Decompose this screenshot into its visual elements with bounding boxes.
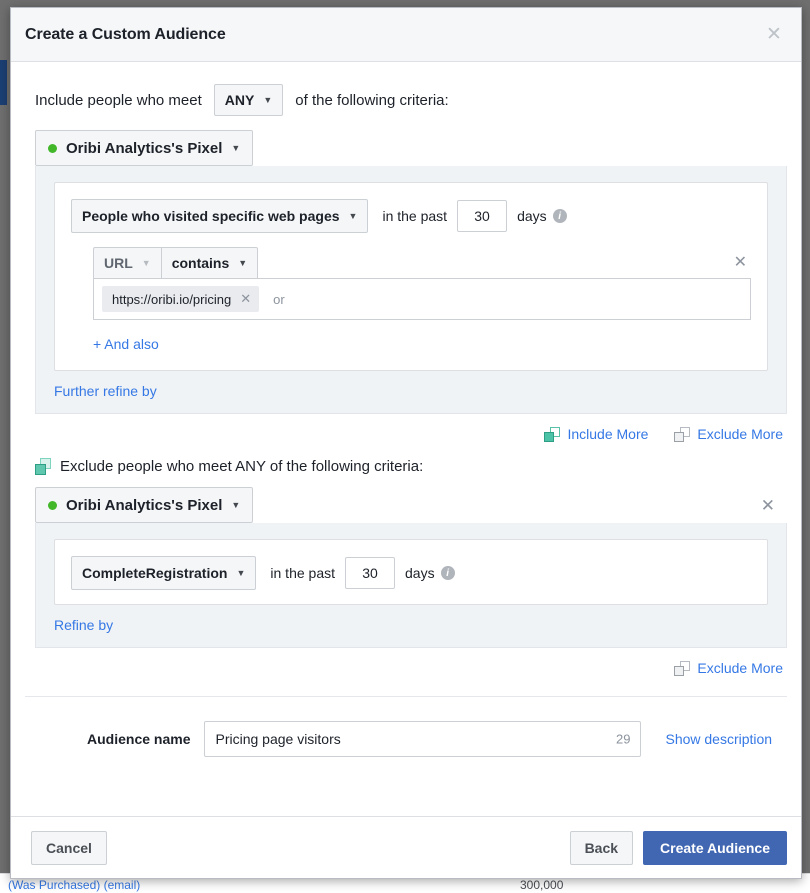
chevron-down-icon: ▼: [141, 258, 151, 268]
remove-filter-icon[interactable]: ✕: [734, 255, 751, 271]
show-description-link[interactable]: Show description: [665, 731, 772, 747]
exclude-header-text: Exclude people who meet ANY of the follo…: [60, 458, 424, 475]
exclude-event-select[interactable]: CompleteRegistration ▼: [71, 556, 257, 590]
background-nav-accent: [0, 60, 7, 105]
include-match-type-value: ANY: [224, 92, 255, 108]
background-page-strip: [0, 0, 10, 893]
audience-name-char-count: 29: [616, 731, 631, 747]
include-pixel-select[interactable]: Oribi Analytics's Pixel ▼: [35, 130, 254, 166]
further-refine-link[interactable]: Further refine by: [54, 371, 768, 413]
chevron-down-icon: ▼: [348, 211, 358, 221]
background-cell-link: (Was Purchased) (email): [8, 878, 141, 892]
remove-exclude-group-icon[interactable]: ✕: [761, 497, 775, 514]
audience-name-section: Audience name 29 Show description: [25, 697, 787, 779]
include-filter-header: URL ▼ contains ▼ ✕: [93, 247, 751, 279]
exclude-days-label: days: [405, 565, 435, 581]
chevron-down-icon: ▼: [231, 500, 241, 510]
exclude-more-label-bottom: Exclude More: [697, 660, 783, 676]
exclude-event-value: CompleteRegistration: [82, 565, 228, 581]
include-group-panel: People who visited specific web pages ▼ …: [35, 166, 787, 414]
include-days-input[interactable]: [457, 200, 508, 232]
exclude-section-header: Exclude people who meet ANY of the follo…: [25, 452, 787, 487]
include-days-label: days: [517, 208, 547, 224]
exclude-past-text: in the past: [270, 565, 335, 581]
include-pixel-name: Oribi Analytics's Pixel: [66, 139, 223, 157]
dialog-title: Create a Custom Audience: [25, 25, 226, 43]
exclude-days-input[interactable]: [345, 557, 395, 589]
filter-or-text: or: [273, 291, 285, 307]
include-url-filter: URL ▼ contains ▼ ✕ https://oribi.io/pric…: [93, 247, 751, 320]
include-event-value: People who visited specific web pages: [82, 208, 340, 224]
create-audience-button[interactable]: Create Audience: [643, 830, 787, 865]
include-filter-operator-select[interactable]: contains ▼: [160, 247, 259, 279]
pixel-active-dot-icon: [48, 143, 57, 153]
include-filter-field-select[interactable]: URL ▼: [93, 247, 161, 279]
exclude-condition-row: CompleteRegistration ▼ in the past days …: [71, 556, 751, 590]
exclude-stack-icon: [674, 660, 691, 676]
exclude-section-icon: [35, 458, 51, 475]
include-prefix-text: Include people who meet: [35, 91, 202, 109]
dialog-footer: Cancel Back Create Audience: [11, 816, 801, 878]
include-condition-row: People who visited specific web pages ▼ …: [71, 199, 751, 233]
include-filter-operator-value: contains: [171, 255, 230, 271]
exclude-stack-icon: [674, 426, 691, 442]
info-icon[interactable]: i: [552, 209, 567, 223]
filter-value-token: https://oribi.io/pricing ✕: [102, 286, 260, 312]
add-and-also-link[interactable]: + And also: [93, 336, 159, 352]
include-match-type-select[interactable]: ANY ▼: [213, 84, 284, 116]
include-stack-icon: [544, 426, 561, 442]
chevron-down-icon: ▼: [238, 258, 248, 268]
include-more-label: Include More: [567, 426, 649, 442]
include-rule-card: People who visited specific web pages ▼ …: [54, 182, 768, 371]
include-criteria-group: Oribi Analytics's Pixel ▼ People who vis…: [35, 130, 787, 414]
cancel-button[interactable]: Cancel: [31, 830, 107, 865]
remove-token-icon[interactable]: ✕: [240, 291, 251, 307]
include-event-select[interactable]: People who visited specific web pages ▼: [71, 199, 369, 233]
chevron-down-icon: ▼: [231, 143, 241, 153]
dialog-body: Include people who meet ANY ▼ of the fol…: [11, 62, 801, 816]
create-custom-audience-dialog: Create a Custom Audience ✕ Include peopl…: [10, 7, 802, 879]
back-button[interactable]: Back: [569, 830, 634, 865]
include-pixel-row: Oribi Analytics's Pixel ▼: [35, 130, 787, 166]
info-icon[interactable]: i: [440, 566, 455, 580]
exclude-pixel-row: Oribi Analytics's Pixel ▼ ✕: [35, 487, 787, 523]
include-past-text: in the past: [382, 208, 448, 224]
exclude-group-panel: CompleteRegistration ▼ in the past days …: [35, 523, 787, 648]
exclude-criteria-group: Oribi Analytics's Pixel ▼ ✕ CompleteRegi…: [35, 487, 787, 648]
exclude-more-button-bottom[interactable]: Exclude More: [674, 660, 783, 676]
dialog-header: Create a Custom Audience ✕: [11, 8, 801, 62]
exclude-rule-card: CompleteRegistration ▼ in the past days …: [54, 539, 768, 605]
exclude-more-button-top[interactable]: Exclude More: [674, 426, 783, 442]
audience-name-field-wrap: 29: [204, 721, 642, 757]
include-more-button[interactable]: Include More: [544, 426, 648, 442]
audience-name-label: Audience name: [87, 731, 191, 747]
audience-name-input[interactable]: [204, 721, 642, 757]
include-filter-field-value: URL: [104, 255, 133, 271]
pixel-active-dot-icon: [48, 500, 57, 510]
filter-value-token-label: https://oribi.io/pricing: [112, 291, 232, 307]
add-more-actions: Include More Exclude More: [25, 414, 787, 452]
include-criteria-line: Include people who meet ANY ▼ of the fol…: [25, 62, 787, 130]
include-filter-value-field[interactable]: https://oribi.io/pricing ✕ or: [93, 278, 751, 320]
exclude-pixel-name: Oribi Analytics's Pixel: [66, 496, 223, 514]
close-icon[interactable]: ✕: [761, 22, 787, 48]
exclude-refine-link[interactable]: Refine by: [54, 605, 768, 647]
exclude-more-actions: Exclude More: [25, 648, 787, 686]
chevron-down-icon: ▼: [263, 95, 273, 105]
exclude-more-label-top: Exclude More: [697, 426, 783, 442]
chevron-down-icon: ▼: [236, 568, 246, 578]
include-suffix-text: of the following criteria:: [295, 91, 449, 109]
background-cell-value: 300,000: [520, 878, 564, 892]
exclude-pixel-select[interactable]: Oribi Analytics's Pixel ▼: [35, 487, 254, 523]
